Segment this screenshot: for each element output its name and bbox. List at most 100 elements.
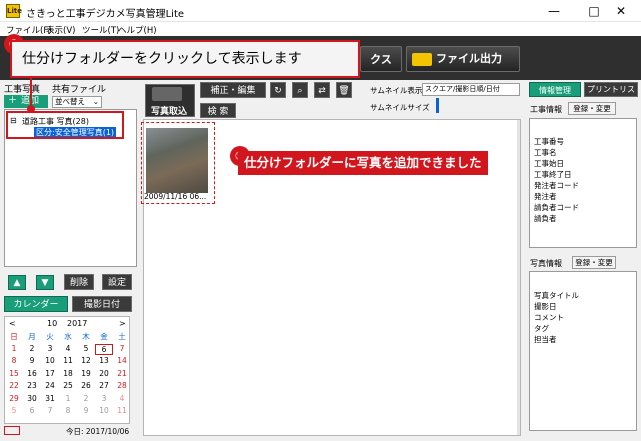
calendar-day[interactable]: 1 bbox=[5, 344, 23, 353]
trash-icon[interactable]: 🗑 bbox=[336, 82, 352, 98]
calendar-day[interactable]: 5 bbox=[5, 406, 23, 415]
partial-toolbar-button[interactable]: クス bbox=[360, 46, 402, 72]
photo-caption: 2009/11/16 06... bbox=[144, 192, 207, 201]
shot-date-tab[interactable]: 撮影日付 bbox=[72, 296, 132, 312]
calendar-day[interactable]: 9 bbox=[23, 356, 41, 365]
calendar-day[interactable]: 21 bbox=[113, 369, 131, 378]
window-title: さきっと工事デジカメ写真管理Lite bbox=[26, 9, 185, 20]
settings-button[interactable]: 設定 bbox=[102, 274, 132, 290]
rotate-icon[interactable]: ↻ bbox=[270, 82, 286, 98]
calendar-day[interactable]: 15 bbox=[5, 369, 23, 378]
calendar-next-button[interactable]: > bbox=[119, 319, 126, 328]
calendar-day[interactable]: 2 bbox=[23, 344, 41, 353]
calendar-day[interactable]: 26 bbox=[77, 381, 95, 390]
plus-icon: ＋ bbox=[8, 96, 18, 106]
calendar-day[interactable]: 13 bbox=[95, 356, 113, 365]
sort-select-value: 並べ替え bbox=[55, 97, 85, 106]
calendar-day[interactable]: 8 bbox=[5, 356, 23, 365]
tab-photos[interactable]: 工事写真 bbox=[4, 82, 40, 95]
move-down-icon[interactable]: ▼ bbox=[36, 275, 54, 290]
tab-print-list[interactable]: プリントリスト bbox=[584, 82, 638, 107]
zoom-icon[interactable]: ⌕ bbox=[292, 82, 308, 98]
photo-info-field: 撮影日 bbox=[534, 302, 557, 311]
calendar-day[interactable]: 16 bbox=[23, 369, 41, 378]
calendar-day[interactable]: 3 bbox=[95, 394, 113, 403]
calendar: < 10 2017 > 日月火水木金土 1 2 3 4 5 6 7 8 9 10 11 12 13 14 15… bbox=[4, 316, 130, 424]
calendar-day[interactable]: 14 bbox=[113, 356, 131, 365]
calendar-month: 10 bbox=[47, 319, 58, 328]
swap-icon[interactable]: ⇄ bbox=[314, 82, 330, 98]
calendar-day[interactable]: 18 bbox=[59, 369, 77, 378]
calendar-prev-button[interactable]: < bbox=[9, 319, 16, 328]
calendar-day[interactable]: 20 bbox=[95, 369, 113, 378]
tab-info-management[interactable]: 情報管理 bbox=[529, 82, 581, 97]
calendar-year: 2017 bbox=[67, 319, 88, 328]
work-info-field: 工事名 bbox=[534, 148, 557, 157]
edit-button[interactable]: 補正・編集 bbox=[200, 82, 266, 98]
calendar-day[interactable]: 27 bbox=[95, 381, 113, 390]
calendar-day[interactable]: 24 bbox=[41, 381, 59, 390]
calendar-day[interactable]: 6 bbox=[23, 406, 41, 415]
calendar-grid: 日月火水木金土 1 2 3 4 5 6 7 8 9 10 11 12 13 14 15 16 17 18 19 20 21… bbox=[5, 331, 131, 421]
thumbnail-size-slider[interactable] bbox=[436, 98, 439, 113]
work-info-field: 請負者 bbox=[534, 214, 557, 223]
minimize-button[interactable]: — bbox=[534, 0, 574, 22]
calendar-tab[interactable]: カレンダー bbox=[4, 296, 68, 312]
menu-help[interactable]: ヘルプ(H) bbox=[118, 24, 157, 36]
work-info-register-button[interactable]: 登録・変更 bbox=[568, 102, 616, 115]
calendar-day[interactable]: 7 bbox=[41, 406, 59, 415]
calendar-day[interactable]: 30 bbox=[23, 394, 41, 403]
calendar-day[interactable]: 8 bbox=[59, 406, 77, 415]
thumbnail-display-select[interactable]: スクエア/撮影日順/日付 bbox=[422, 83, 520, 96]
calendar-day[interactable]: 6 bbox=[95, 343, 113, 355]
calendar-day[interactable]: 11 bbox=[113, 406, 131, 415]
close-button[interactable]: ✕ bbox=[601, 0, 641, 22]
photo-info-field: コメント bbox=[534, 313, 564, 322]
calendar-today-label[interactable]: 今日: 2017/10/06 bbox=[66, 426, 129, 437]
calendar-day[interactable]: 9 bbox=[77, 406, 95, 415]
camera-icon bbox=[152, 87, 182, 101]
calendar-day[interactable]: 4 bbox=[113, 394, 131, 403]
calendar-day[interactable]: 7 bbox=[113, 344, 131, 353]
menu-tools[interactable]: ツール(T) bbox=[82, 24, 119, 36]
search-button[interactable]: 検 索 bbox=[200, 103, 236, 118]
calendar-day[interactable]: 11 bbox=[59, 356, 77, 365]
calendar-weekday: 水 bbox=[64, 332, 72, 341]
calendar-day[interactable]: 10 bbox=[41, 356, 59, 365]
calendar-weekday: 金 bbox=[100, 332, 108, 341]
delete-button[interactable]: 削除 bbox=[64, 274, 94, 290]
calendar-day[interactable]: 3 bbox=[41, 344, 59, 353]
calendar-day[interactable]: 19 bbox=[77, 369, 95, 378]
photo-import-button[interactable]: 写真取込 bbox=[145, 84, 195, 117]
app-icon: Lite bbox=[6, 4, 22, 18]
photo-import-label: 写真取込 bbox=[151, 107, 188, 117]
callout-two-text: 仕分けフォルダーに写真を追加できました bbox=[238, 151, 488, 175]
calendar-day[interactable]: 29 bbox=[5, 394, 23, 403]
calendar-weekday: 日 bbox=[10, 332, 18, 341]
calendar-day[interactable]: 2 bbox=[77, 394, 95, 403]
calendar-day[interactable]: 23 bbox=[23, 381, 41, 390]
calendar-day[interactable]: 17 bbox=[41, 369, 59, 378]
work-info-field: 工事番号 bbox=[534, 137, 564, 146]
calendar-day[interactable]: 1 bbox=[59, 394, 77, 403]
move-up-icon[interactable]: ▲ bbox=[8, 275, 26, 290]
calendar-day[interactable]: 10 bbox=[95, 406, 113, 415]
add-button[interactable]: ＋追加 bbox=[4, 95, 48, 108]
sort-select[interactable]: 並べ替え ⌄ bbox=[52, 96, 102, 108]
thumbnail-scrollbar[interactable] bbox=[517, 120, 520, 435]
thumbnail-display-value: スクエア/撮影日順/日付 bbox=[425, 85, 500, 93]
calendar-day[interactable]: 25 bbox=[59, 381, 77, 390]
calendar-day[interactable]: 22 bbox=[5, 381, 23, 390]
photo-info-register-button[interactable]: 登録・変更 bbox=[572, 256, 616, 269]
calendar-day[interactable]: 28 bbox=[113, 381, 131, 390]
callout-one-pointer-dot bbox=[27, 105, 35, 113]
today-marker bbox=[4, 426, 20, 435]
calendar-day[interactable]: 31 bbox=[41, 394, 59, 403]
work-info-field: 発注者 bbox=[534, 192, 557, 201]
menu-view[interactable]: 表示(V) bbox=[46, 24, 75, 36]
calendar-day[interactable]: 12 bbox=[77, 356, 95, 365]
work-info-label: 工事情報 bbox=[530, 105, 562, 114]
tab-shared-files[interactable]: 共有ファイル bbox=[52, 82, 106, 95]
calendar-day[interactable]: 4 bbox=[59, 344, 77, 353]
calendar-day[interactable]: 5 bbox=[77, 344, 95, 353]
